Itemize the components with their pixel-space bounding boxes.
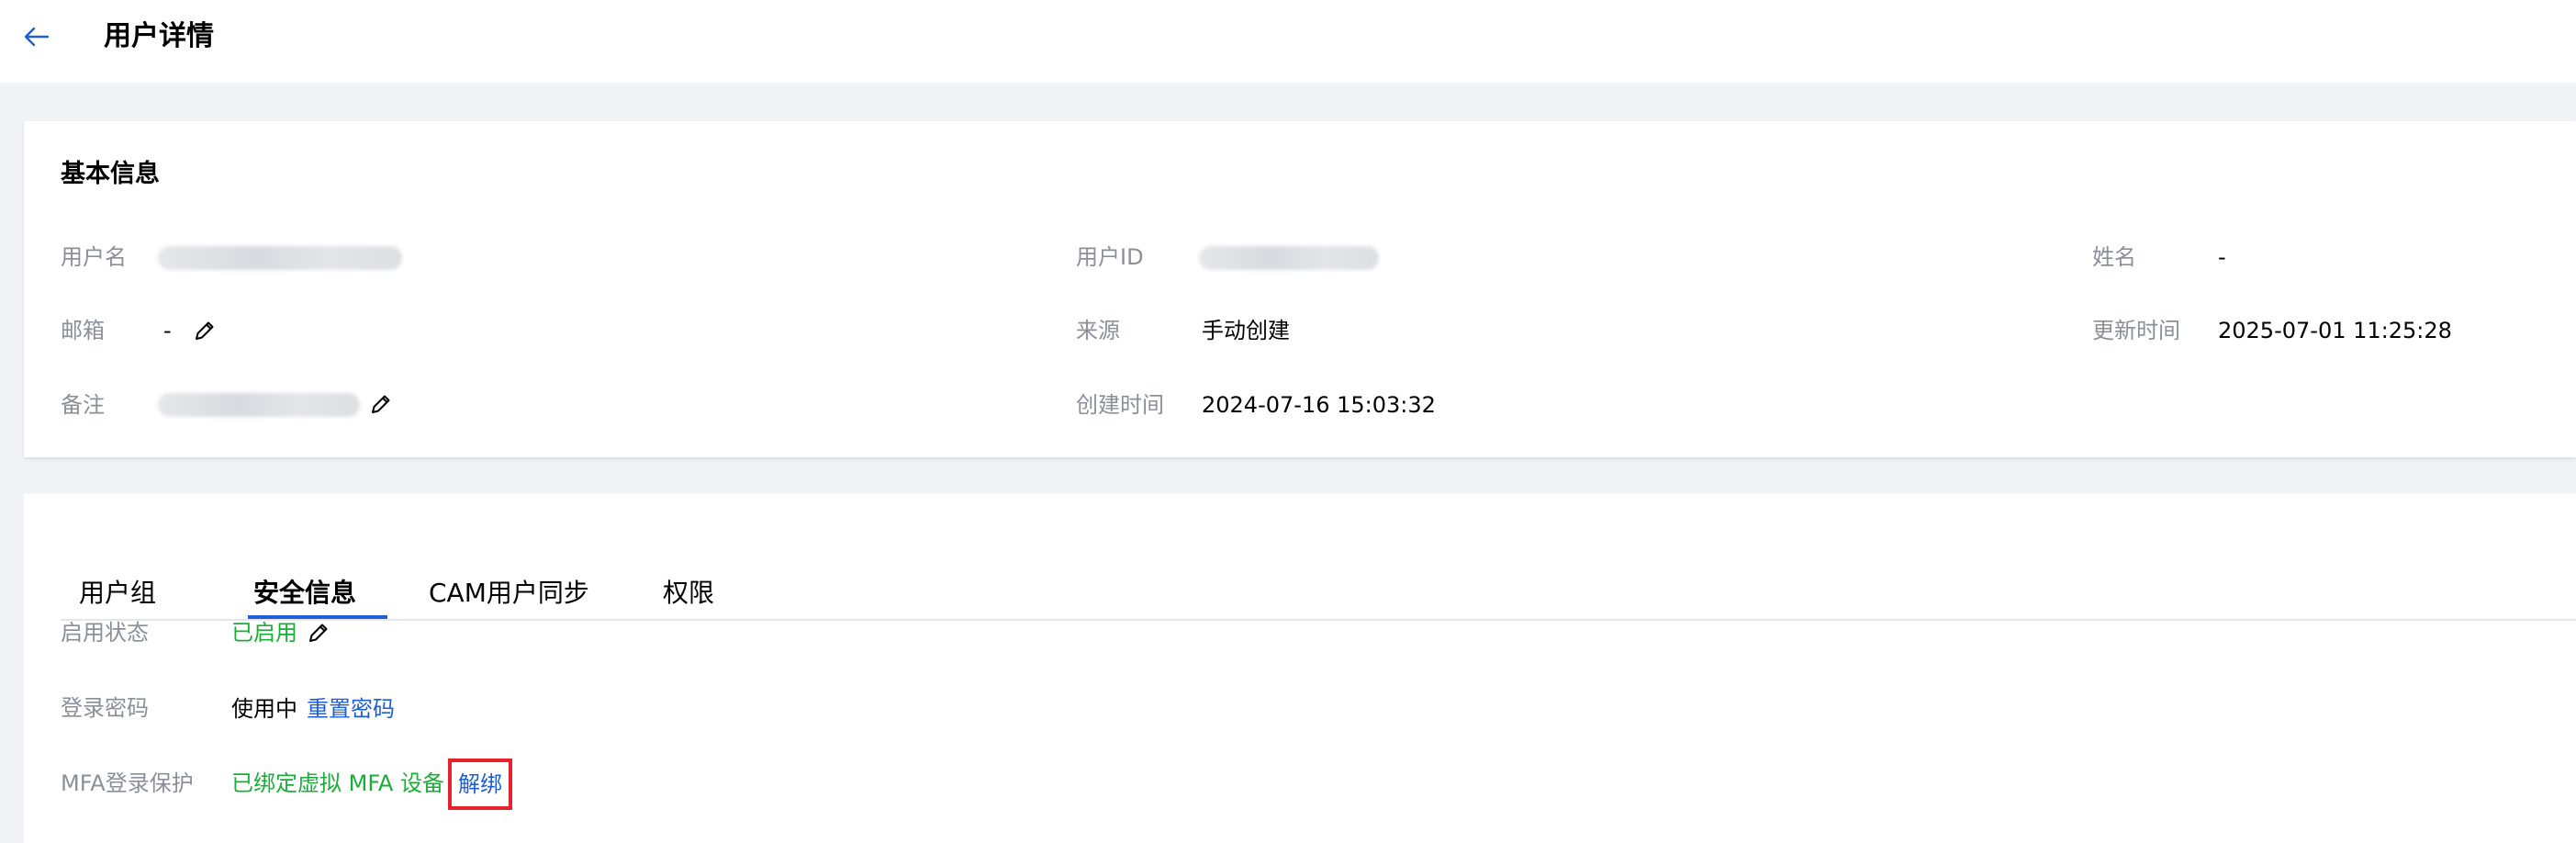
basic-info-card: 基本信息 用户名 邮箱 - 备注 用户ID 来源 手动创建 创建时间 2024-… bbox=[24, 121, 2576, 457]
page-header: 用户详情 bbox=[0, 0, 2576, 83]
back-button[interactable] bbox=[20, 20, 53, 53]
created-time-label: 创建时间 bbox=[1076, 392, 1164, 418]
source-value: 手动创建 bbox=[1202, 318, 1290, 343]
status-label: 启用状态 bbox=[61, 620, 149, 646]
pencil-icon bbox=[372, 395, 390, 413]
section-title-basic-info: 基本信息 bbox=[61, 160, 160, 188]
note-value-redacted bbox=[158, 393, 360, 417]
security-card: 用户组 安全信息 CAM用户同步 权限 启用状态 已启用 登录密码 使用中 重置… bbox=[24, 494, 2576, 843]
email-label: 邮箱 bbox=[61, 318, 105, 343]
reset-password-link[interactable]: 重置密码 bbox=[307, 693, 395, 725]
updated-time-value: 2025-07-01 11:25:28 bbox=[2218, 318, 2452, 343]
user-id-label: 用户ID bbox=[1076, 244, 1144, 270]
tab-cam-sync[interactable]: CAM用户同步 bbox=[429, 577, 589, 610]
password-label: 登录密码 bbox=[61, 695, 149, 721]
name-label: 姓名 bbox=[2092, 244, 2136, 270]
edit-status-button[interactable] bbox=[305, 619, 332, 646]
note-label: 备注 bbox=[61, 392, 105, 418]
pencil-icon bbox=[196, 321, 214, 340]
tab-security-info[interactable]: 安全信息 bbox=[253, 577, 356, 610]
edit-email-button[interactable] bbox=[191, 317, 218, 344]
updated-time-label: 更新时间 bbox=[2092, 318, 2180, 343]
page-title: 用户详情 bbox=[104, 20, 214, 52]
status-value: 已启用 bbox=[231, 620, 297, 646]
pencil-icon bbox=[309, 624, 328, 642]
mfa-status: 已绑定虚拟 MFA 设备 bbox=[231, 770, 444, 796]
name-value: - bbox=[2218, 244, 2226, 270]
username-label: 用户名 bbox=[61, 244, 127, 270]
source-label: 来源 bbox=[1076, 318, 1120, 343]
tab-permissions[interactable]: 权限 bbox=[663, 577, 714, 610]
username-value-redacted bbox=[158, 246, 402, 270]
tab-bar: 用户组 安全信息 CAM用户同步 权限 bbox=[61, 540, 2576, 621]
password-status: 使用中 bbox=[231, 696, 297, 722]
tab-user-group[interactable]: 用户组 bbox=[79, 577, 156, 610]
user-id-value-redacted bbox=[1199, 246, 1379, 270]
unbind-mfa-highlight: 解绑 bbox=[448, 759, 512, 810]
mfa-label: MFA登录保护 bbox=[61, 770, 194, 796]
unbind-mfa-link[interactable]: 解绑 bbox=[458, 770, 502, 798]
arrow-left-icon bbox=[24, 27, 50, 47]
email-value: - bbox=[163, 318, 172, 343]
edit-note-button[interactable] bbox=[367, 390, 395, 418]
created-time-value: 2024-07-16 15:03:32 bbox=[1202, 392, 1436, 418]
